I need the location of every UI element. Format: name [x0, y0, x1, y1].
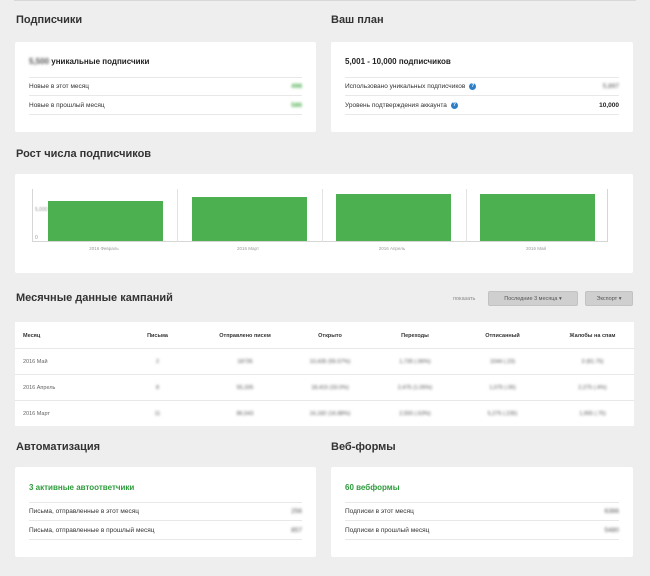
table-row[interactable]: 2016 Апрель 8 55,335 18,415 (33.0%) 2,47…	[15, 374, 634, 400]
cell-opened: 10,435 (55.57%)	[309, 359, 351, 365]
x-tick-label: 2016 Май	[525, 246, 547, 251]
cell-letters: 8	[155, 385, 160, 391]
sent-last-month-value: 857	[291, 526, 302, 534]
webforms-card: 60 вебформы Подписки в этот месяц 6366 П…	[331, 467, 633, 557]
subs-last-month-label: Подписки в прошлый месяц	[345, 526, 430, 534]
x-tick-label: 2016 Февраль	[89, 246, 119, 251]
table-row[interactable]: 2016 Март 11 86,543 16,182 (16.88%) 2,55…	[15, 400, 634, 426]
webforms-title: Веб-формы	[331, 441, 396, 453]
col-letters: Письма	[147, 333, 168, 339]
campaigns-title: Месячные данные кампаний	[16, 292, 173, 304]
table-row[interactable]: 2016 Май 2 18735 10,435 (55.57%) 1,735 (…	[15, 348, 634, 374]
subscribers-title: Подписчики	[16, 14, 83, 26]
subs-last-month-value: 5480	[604, 526, 619, 534]
cell-clicks: 2,555 (.63%)	[399, 411, 431, 417]
growth-chart	[32, 189, 608, 242]
cell-clicks: 1,735 (.96%)	[399, 359, 431, 365]
chart-gridline	[322, 189, 323, 242]
chart-gridline	[177, 189, 178, 242]
export-dropdown[interactable]: Экспорт ▾	[585, 291, 633, 306]
show-label: показать	[453, 296, 476, 302]
used-unique-value: 5,897	[602, 83, 619, 90]
cell-month: 2016 Май	[23, 359, 48, 365]
cell-spam: 1,955 (.75)	[579, 411, 606, 417]
unique-subscribers-label: уникальные подписчики	[51, 57, 150, 66]
confirmation-level-value: 10,000	[599, 101, 619, 109]
cell-letters: 11	[154, 411, 161, 417]
webforms-count-link[interactable]: 60 вебформы	[345, 483, 400, 492]
cell-spam: 2,275 (.4%)	[578, 385, 607, 391]
new-this-month-value: 498	[291, 83, 302, 90]
col-unsubscribed: Отписанный	[485, 333, 520, 339]
plan-title: Ваш план	[331, 14, 384, 26]
campaigns-table: Месяц Письма Отправлено писем Открыто Пе…	[15, 322, 634, 426]
col-opened: Открыто	[318, 333, 342, 339]
active-autoresponders-link[interactable]: 3 активные автоответчики	[29, 483, 134, 492]
top-divider	[14, 0, 636, 1]
used-unique-label: Использовано уникальных подписчиков	[345, 83, 466, 90]
new-last-month-row: Новые в прошлый месяц 586	[29, 96, 302, 115]
cell-letters: 2	[155, 359, 160, 365]
cell-sent: 55,335	[236, 385, 254, 391]
sent-last-month-row: Письма, отправленные в прошлый месяц 857	[29, 521, 302, 540]
cell-unsubscribed: 1044 (.23)	[489, 359, 516, 365]
x-tick-label: 2016 Март	[236, 246, 260, 251]
confirmation-level-label: Уровень подтверждения аккаунта	[345, 101, 447, 109]
automation-title: Автоматизация	[16, 441, 101, 453]
chart-bar	[191, 196, 307, 241]
cell-month: 2016 Апрель	[23, 385, 56, 391]
chart-bar	[479, 193, 595, 241]
cell-spam: 3 (81.75)	[581, 359, 604, 365]
cell-sent: 18735	[237, 359, 253, 365]
col-spam: Жалобы на спам	[569, 333, 616, 339]
new-last-month-value: 586	[291, 101, 302, 109]
new-this-month-row: Новые в этот месяц 498	[29, 77, 302, 96]
unique-subscribers-heading: 5,500 уникальные подписчики	[29, 57, 149, 66]
sent-this-month-row: Письма, отправленные в этот месяц 256	[29, 502, 302, 521]
subs-this-month-row: Подписки в этот месяц 6366	[345, 502, 619, 521]
help-icon[interactable]: ?	[469, 83, 477, 90]
automation-card: 3 активные автоответчики Письма, отправл…	[15, 467, 316, 557]
sent-this-month-value: 256	[291, 508, 302, 515]
used-unique-row: Использовано уникальных подписчиков? 5,8…	[345, 77, 619, 96]
cell-sent: 86,543	[236, 411, 254, 417]
col-sent: Отправлено писем	[219, 333, 271, 339]
cell-clicks: 2,475 (1.05%)	[397, 385, 433, 391]
cell-opened: 18,415 (33.0%)	[311, 385, 349, 391]
help-icon[interactable]: ?	[450, 101, 458, 109]
cell-unsubscribed: 1,075 (.05)	[489, 385, 516, 391]
chart-bar	[335, 193, 451, 241]
new-this-month-label: Новые в этот месяц	[29, 83, 90, 90]
plan-heading: 5,001 - 10,000 подписчиков	[345, 57, 451, 66]
growth-title: Рост числа подписчиков	[16, 148, 152, 160]
plan-card: 5,001 - 10,000 подписчиков Использовано …	[331, 42, 633, 132]
col-month: Месяц	[23, 333, 41, 339]
chart-bar	[47, 200, 163, 241]
x-tick-label: 2016 Апрель	[378, 246, 406, 251]
subs-this-month-value: 6366	[604, 508, 619, 515]
sent-last-month-label: Письма, отправленные в прошлый месяц	[29, 526, 155, 534]
sent-this-month-label: Письма, отправленные в этот месяц	[29, 508, 139, 515]
cell-opened: 16,182 (16.88%)	[309, 411, 351, 417]
col-clicks: Переходы	[401, 333, 429, 339]
unique-subscribers-count: 5,500	[29, 57, 50, 66]
new-last-month-label: Новые в прошлый месяц	[29, 101, 105, 109]
subs-this-month-label: Подписки в этот месяц	[345, 508, 414, 515]
cell-month: 2016 Март	[23, 411, 50, 417]
subs-last-month-row: Подписки в прошлый месяц 5480	[345, 521, 619, 540]
cell-unsubscribed: 5,275 (.235)	[487, 411, 518, 417]
chart-gridline	[466, 189, 467, 242]
period-dropdown[interactable]: Последние 3 месяца ▾	[488, 291, 578, 306]
subscribers-card: 5,500 уникальные подписчики Новые в этот…	[15, 42, 316, 132]
confirmation-level-row: Уровень подтверждения аккаунта? 10,000	[345, 96, 619, 115]
